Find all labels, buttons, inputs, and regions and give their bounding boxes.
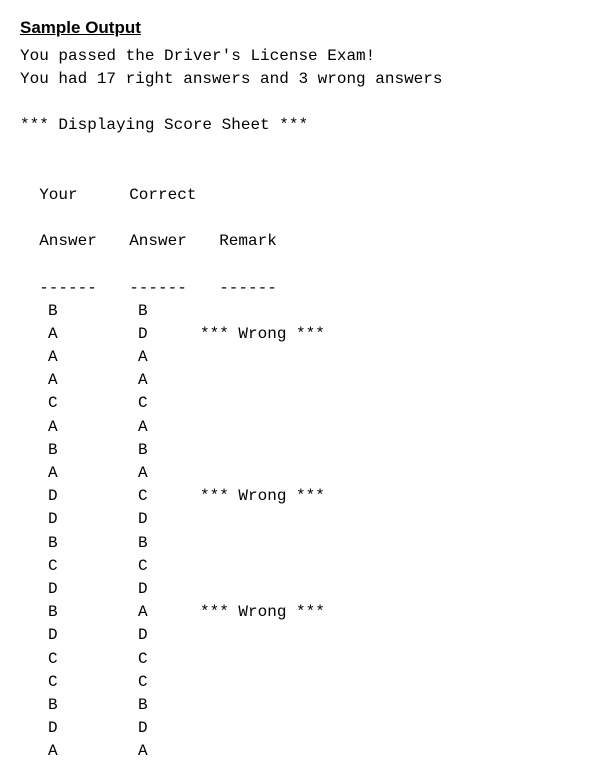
table-row: DD [20, 624, 582, 647]
table-row: DD [20, 508, 582, 531]
correct-answer-cell: A [110, 601, 200, 624]
your-answer-cell: A [20, 462, 110, 485]
pass-message: You passed the Driver's License Exam! [20, 45, 582, 68]
blank-line [20, 91, 582, 114]
your-answer-cell: B [20, 601, 110, 624]
your-answer-cell: C [20, 392, 110, 415]
correct-answer-cell: D [110, 323, 200, 346]
correct-answer-cell: B [110, 300, 200, 323]
table-row: BB [20, 439, 582, 462]
correct-answer-cell: C [110, 671, 200, 694]
correct-answer-cell: C [110, 648, 200, 671]
heading-sample-output: Sample Output [20, 16, 582, 41]
table-row: BB [20, 300, 582, 323]
table-row: AA [20, 740, 582, 763]
correct-answer-cell: D [110, 508, 200, 531]
table-row: CC [20, 648, 582, 671]
table-row: BB [20, 694, 582, 717]
header-correct-top: Correct [129, 184, 219, 207]
table-row: AA [20, 369, 582, 392]
your-answer-cell: C [20, 555, 110, 578]
correct-answer-cell: D [110, 717, 200, 740]
table-row: DC*** Wrong *** [20, 485, 582, 508]
your-answer-cell: A [20, 346, 110, 369]
correct-answer-cell: A [110, 462, 200, 485]
your-answer-cell: D [20, 508, 110, 531]
correct-answer-cell: C [110, 555, 200, 578]
your-answer-cell: A [20, 740, 110, 763]
your-answer-cell: B [20, 532, 110, 555]
table-row: AA [20, 346, 582, 369]
table-row: CC [20, 671, 582, 694]
header-your-top: Your [39, 184, 129, 207]
rule-your: ------ [39, 277, 129, 300]
correct-answer-cell: D [110, 578, 200, 601]
your-answer-cell: C [20, 648, 110, 671]
blank-line [20, 137, 582, 160]
correct-answer-cell: D [110, 624, 200, 647]
rule-correct: ------ [129, 277, 219, 300]
table-row: AA [20, 416, 582, 439]
your-answer-cell: A [20, 369, 110, 392]
header-your-bottom: Answer [39, 230, 129, 253]
correct-answer-cell: B [110, 439, 200, 462]
your-answer-cell: B [20, 694, 110, 717]
correct-answer-cell: A [110, 740, 200, 763]
table-row: AA [20, 462, 582, 485]
table-row: CC [20, 392, 582, 415]
table-row: BA*** Wrong *** [20, 601, 582, 624]
correct-answer-cell: A [110, 346, 200, 369]
table-row: DD [20, 578, 582, 601]
table-row: AD*** Wrong *** [20, 323, 582, 346]
your-answer-cell: D [20, 578, 110, 601]
table-header-row-1: YourCorrect [20, 161, 582, 207]
your-answer-cell: A [20, 323, 110, 346]
your-answer-cell: C [20, 671, 110, 694]
your-answer-cell: A [20, 416, 110, 439]
rule-remark: ------ [219, 277, 277, 300]
header-remark: Remark [219, 230, 277, 253]
correct-answer-cell: C [110, 485, 200, 508]
table-header-rule: ------------------ [20, 253, 582, 299]
correct-answer-cell: A [110, 369, 200, 392]
remark-cell: *** Wrong *** [200, 323, 325, 346]
correct-answer-cell: A [110, 416, 200, 439]
remark-cell: *** Wrong *** [200, 485, 325, 508]
display-score-sheet-line: *** Displaying Score Sheet *** [20, 114, 582, 137]
correct-answer-cell: B [110, 532, 200, 555]
table-row: BB [20, 532, 582, 555]
score-message: You had 17 right answers and 3 wrong ans… [20, 68, 582, 91]
correct-answer-cell: B [110, 694, 200, 717]
table-row: CC [20, 555, 582, 578]
table-row: DD [20, 717, 582, 740]
correct-answer-cell: C [110, 392, 200, 415]
table-header-row-2: AnswerAnswerRemark [20, 207, 582, 253]
your-answer-cell: D [20, 717, 110, 740]
your-answer-cell: D [20, 624, 110, 647]
your-answer-cell: B [20, 439, 110, 462]
header-correct-bottom: Answer [129, 230, 219, 253]
your-answer-cell: D [20, 485, 110, 508]
remark-cell: *** Wrong *** [200, 601, 325, 624]
your-answer-cell: B [20, 300, 110, 323]
